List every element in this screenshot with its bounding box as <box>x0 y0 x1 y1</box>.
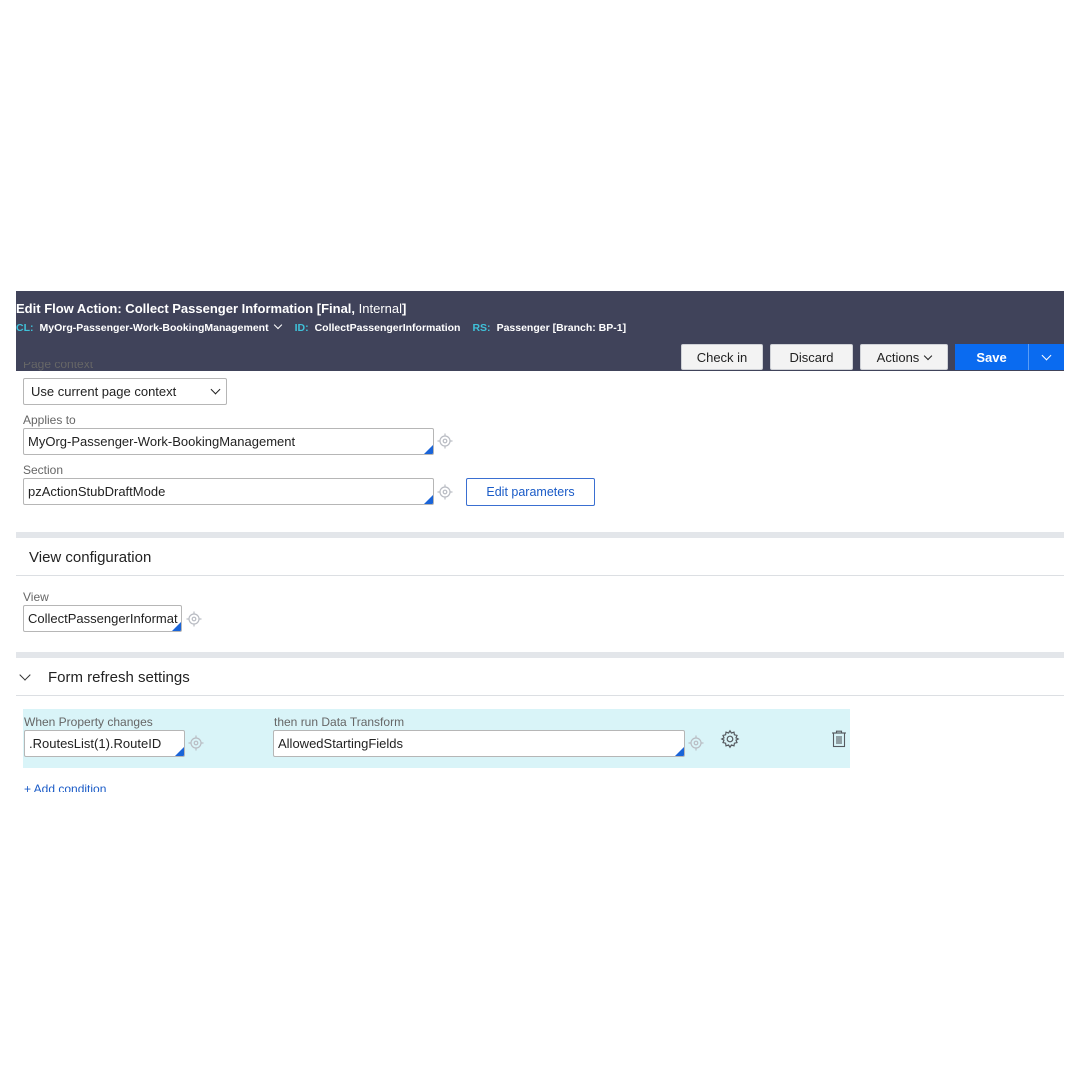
discard-button[interactable]: Discard <box>770 344 853 370</box>
trash-icon[interactable] <box>831 730 847 748</box>
id-key: ID: <box>294 322 309 334</box>
check-in-button[interactable]: Check in <box>681 344 763 370</box>
autocomplete-corner-icon <box>424 495 433 504</box>
chevron-down-icon <box>1041 350 1052 361</box>
title-internal: Internal <box>355 301 403 316</box>
rs-key: RS: <box>472 322 491 334</box>
autocomplete-corner-icon <box>675 747 684 756</box>
autocomplete-corner-icon <box>172 622 181 631</box>
cl-key: CL: <box>16 322 34 334</box>
page-context-select[interactable]: Use current page context <box>23 378 227 405</box>
crosshair-target-icon[interactable] <box>437 484 453 500</box>
section-divider <box>16 532 1064 538</box>
title-edit: Edit <box>16 301 41 316</box>
applies-to-label: Applies to <box>23 413 76 427</box>
crosshair-target-icon[interactable] <box>437 433 453 449</box>
autocomplete-corner-icon <box>424 445 433 454</box>
chevron-down-icon <box>210 384 221 395</box>
save-button[interactable]: Save <box>955 344 1028 370</box>
section-underline <box>16 575 1064 576</box>
rule-meta: CL: MyOrg-Passenger-Work-BookingManagemen… <box>16 320 638 334</box>
actions-button[interactable]: Actions <box>860 344 948 370</box>
section-divider <box>16 652 1064 658</box>
id-value: CollectPassengerInformation <box>314 322 461 334</box>
applies-to-value: MyOrg-Passenger-Work-BookingManagement <box>28 434 296 449</box>
gear-icon[interactable] <box>720 729 740 749</box>
autocomplete-corner-icon <box>175 747 184 756</box>
view-input[interactable]: CollectPassengerInformat <box>23 605 182 632</box>
header-toolbar: Check in Discard Actions Save <box>681 344 1064 370</box>
chevron-down-icon[interactable] <box>273 320 282 330</box>
data-transform-input[interactable]: AllowedStartingFields <box>273 730 685 757</box>
view-label: View <box>23 590 49 604</box>
rule-header: Edit Flow Action: Collect Passenger Info… <box>16 291 1064 371</box>
rule-title: Edit Flow Action: Collect Passenger Info… <box>16 301 406 316</box>
title-close: ] <box>402 301 407 316</box>
view-configuration-title: View configuration <box>29 549 152 566</box>
when-property-input[interactable]: .RoutesList(1).RouteID <box>24 730 185 757</box>
section-value: pzActionStubDraftMode <box>28 484 166 499</box>
section-input[interactable]: pzActionStubDraftMode <box>23 478 434 505</box>
rs-value: Passenger [Branch: BP-1] <box>496 322 627 334</box>
crosshair-target-icon[interactable] <box>188 735 204 751</box>
title-main: Flow Action: Collect Passenger Informati… <box>44 301 322 316</box>
data-transform-value: AllowedStartingFields <box>278 736 404 751</box>
page-context-label: Page context <box>23 362 94 371</box>
edit-parameters-button[interactable]: Edit parameters <box>466 478 595 506</box>
save-button-group: Save <box>955 344 1064 370</box>
save-menu-button[interactable] <box>1028 344 1064 370</box>
when-property-value: .RoutesList(1).RouteID <box>29 736 162 751</box>
crosshair-target-icon[interactable] <box>186 611 202 627</box>
applies-to-input[interactable]: MyOrg-Passenger-Work-BookingManagement <box>23 428 434 455</box>
crosshair-target-icon[interactable] <box>688 735 704 751</box>
chevron-down-icon <box>924 351 933 360</box>
cl-value[interactable]: MyOrg-Passenger-Work-BookingManagement <box>40 322 269 334</box>
form-refresh-title[interactable]: Form refresh settings <box>48 669 190 686</box>
section-underline <box>16 695 1064 696</box>
when-property-label: When Property changes <box>24 715 153 729</box>
page-context-value: Use current page context <box>31 384 177 399</box>
title-final: Final, <box>321 301 356 316</box>
view-value: CollectPassengerInformat <box>28 611 178 626</box>
add-condition-link[interactable]: + Add condition <box>24 782 106 792</box>
then-transform-label: then run Data Transform <box>274 715 405 729</box>
actions-label: Actions <box>876 349 920 365</box>
chevron-down-icon[interactable] <box>19 669 31 681</box>
section-label: Section <box>23 463 64 477</box>
